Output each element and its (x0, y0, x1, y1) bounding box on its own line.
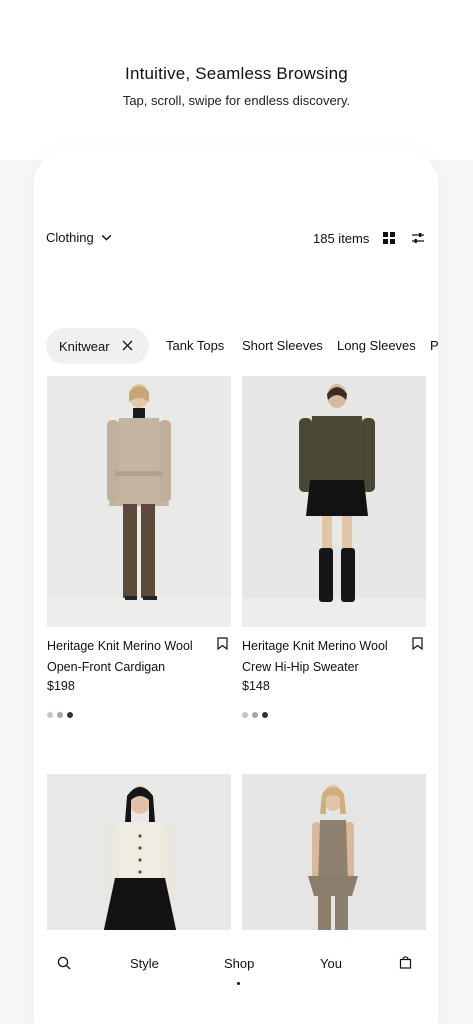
swatch-beige[interactable] (47, 712, 53, 718)
nav-style[interactable]: Style (130, 956, 159, 971)
chip-long-sleeves[interactable]: Long Sleeves (337, 338, 416, 353)
chip-tank-tops[interactable]: Tank Tops (166, 338, 224, 353)
product-image[interactable] (47, 774, 231, 934)
product-name[interactable]: Heritage Knit Merino Wool Crew Hi-Hip Sw… (242, 636, 407, 678)
bottom-navigation: Style Shop You (34, 930, 438, 1000)
chevron-down-icon (101, 234, 112, 241)
nav-you[interactable]: You (320, 956, 342, 971)
filter-chips: Knitwear Tank Tops Short Sleeves Long Sl… (46, 328, 438, 364)
product-name[interactable]: Heritage Knit Merino Wool Open-Front Car… (47, 636, 212, 678)
item-count: 185 items (313, 231, 370, 246)
color-swatches (242, 712, 268, 718)
swatch-grey[interactable] (57, 712, 63, 718)
product-image[interactable] (47, 376, 231, 627)
product-name-line1: Heritage Knit Merino Wool (47, 639, 193, 653)
product-name-line2: Open-Front Cardigan (47, 660, 166, 674)
grid-icon[interactable] (383, 232, 395, 244)
category-dropdown[interactable]: Clothing (46, 230, 113, 245)
color-swatches (47, 712, 73, 718)
promo-subhead: Tap, scroll, swipe for endless discovery… (122, 93, 351, 108)
product-price: $148 (242, 679, 270, 693)
close-icon[interactable] (122, 340, 133, 351)
bookmark-icon[interactable] (412, 637, 423, 650)
filter-sliders-icon[interactable] (411, 231, 425, 245)
category-label: Clothing (46, 230, 94, 245)
product-image[interactable] (242, 774, 426, 934)
nav-shop[interactable]: Shop (224, 956, 254, 971)
chip-knitwear-active[interactable]: Knitwear (46, 328, 149, 364)
bookmark-icon[interactable] (217, 637, 228, 650)
promo-header: Intuitive, Seamless Browsing Tap, scroll… (0, 0, 473, 160)
chip-active-label: Knitwear (59, 338, 110, 354)
shopping-bag-icon[interactable] (399, 955, 412, 969)
active-indicator (237, 982, 240, 985)
product-price: $198 (47, 679, 75, 693)
phone-frame: Clothing 185 items Knitwear Tank Tops Sh… (34, 150, 438, 1024)
swatch-dark[interactable] (262, 712, 268, 718)
chip-short-sleeves[interactable]: Short Sleeves (242, 338, 323, 353)
search-icon[interactable] (57, 956, 71, 970)
swatch-grey[interactable] (252, 712, 258, 718)
listing-toolbar: Clothing 185 items (46, 230, 426, 250)
swatch-dark[interactable] (67, 712, 73, 718)
product-name-line2: Crew Hi-Hip Sweater (242, 660, 359, 674)
product-name-line1: Heritage Knit Merino Wool (242, 639, 388, 653)
model-cream-cardigan-illustration (47, 774, 231, 934)
swatch-beige[interactable] (242, 712, 248, 718)
chip-partial[interactable]: P (430, 338, 438, 353)
model-sweater-illustration (242, 376, 426, 627)
promo-headline: Intuitive, Seamless Browsing (125, 64, 348, 83)
product-image[interactable] (242, 376, 426, 627)
model-cardigan-illustration (47, 376, 231, 627)
model-tank-top-illustration (242, 774, 426, 934)
